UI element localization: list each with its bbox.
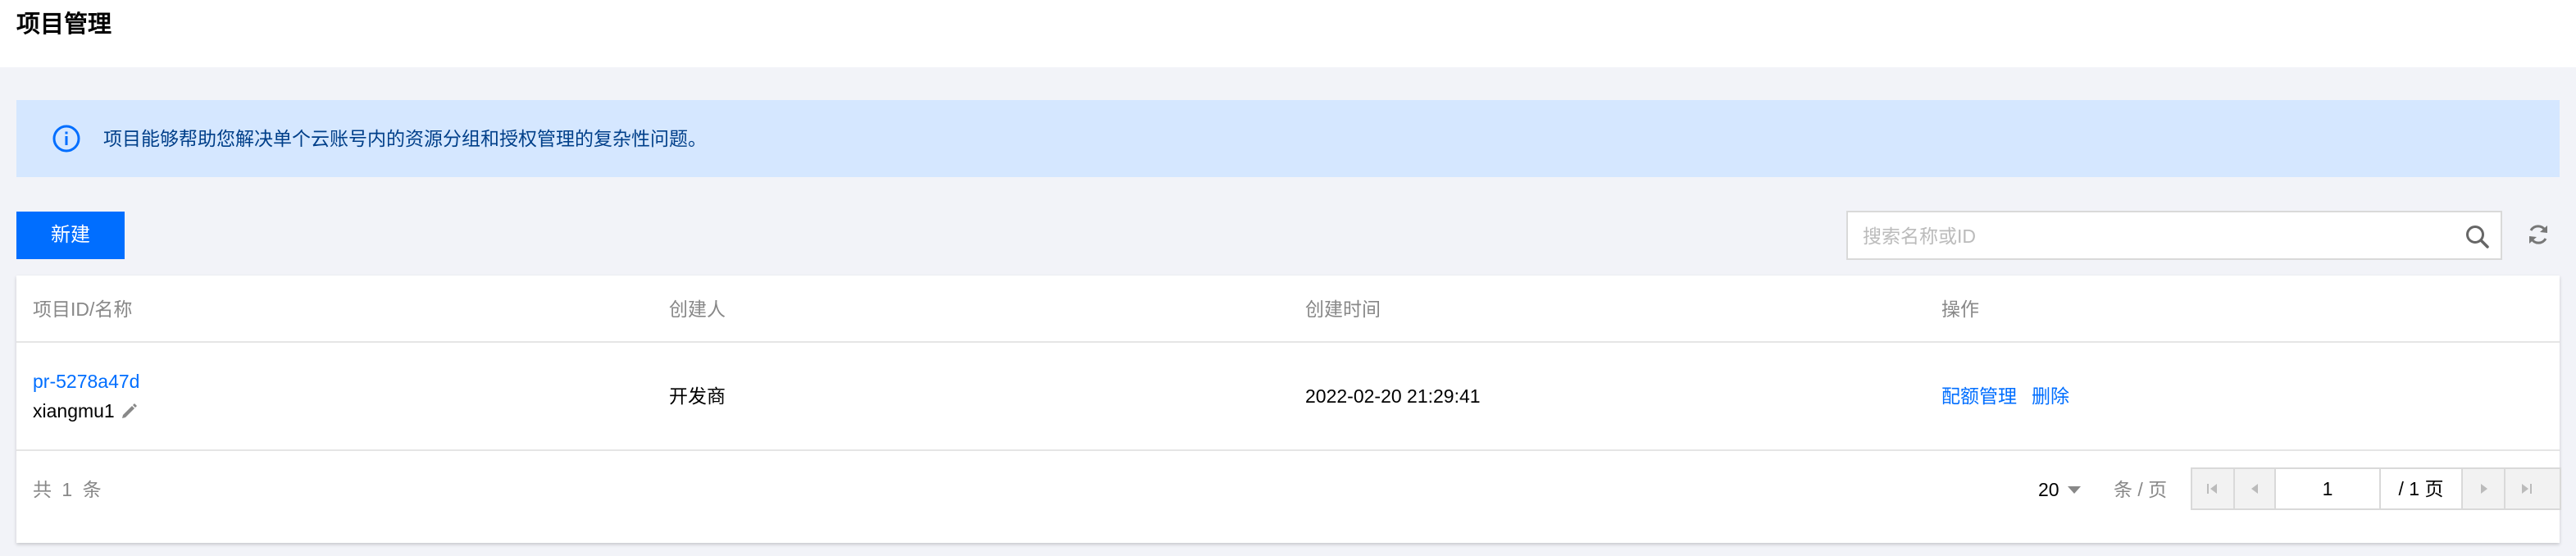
created-at-cell: 2022-02-20 21:29:41 bbox=[1305, 385, 1481, 407]
page-header: 项目管理 bbox=[0, 0, 2576, 67]
next-page-button[interactable] bbox=[2463, 469, 2504, 508]
table-header: 项目ID/名称 创建人 创建时间 操作 bbox=[16, 276, 2560, 343]
new-project-button[interactable]: 新建 bbox=[16, 212, 125, 259]
column-header-actions: 操作 bbox=[1941, 299, 1979, 320]
page-size-value: 20 bbox=[2038, 479, 2059, 500]
project-name: xiangmu1 bbox=[33, 400, 115, 422]
info-icon bbox=[52, 125, 80, 153]
current-page-input[interactable] bbox=[2274, 469, 2381, 508]
search-input[interactable] bbox=[1863, 222, 2453, 250]
search-box bbox=[1846, 211, 2502, 260]
page-title: 项目管理 bbox=[16, 11, 112, 38]
project-table: 项目ID/名称 创建人 创建时间 操作 pr-5278a47d xiangmu1… bbox=[16, 276, 2561, 543]
pencil-icon[interactable] bbox=[120, 401, 139, 421]
delete-link[interactable]: 删除 bbox=[2032, 382, 2069, 410]
creator-cell: 开发商 bbox=[669, 385, 726, 407]
per-page-label: 条 / 页 bbox=[2114, 479, 2168, 500]
column-header-id-name: 项目ID/名称 bbox=[33, 299, 133, 320]
last-page-button[interactable] bbox=[2504, 469, 2560, 508]
search-icon[interactable] bbox=[2464, 224, 2491, 250]
prev-page-button[interactable] bbox=[2233, 469, 2274, 508]
prev-page-icon bbox=[2251, 484, 2258, 494]
column-header-created-at: 创建时间 bbox=[1305, 299, 1381, 320]
last-page-icon bbox=[2522, 484, 2532, 494]
refresh-icon[interactable] bbox=[2525, 221, 2551, 248]
total-pages: / 1 页 bbox=[2381, 469, 2463, 508]
quota-manage-link[interactable]: 配额管理 bbox=[1941, 382, 2017, 410]
caret-down-icon bbox=[2067, 486, 2081, 494]
project-name-cell: xiangmu1 bbox=[33, 397, 139, 425]
first-page-icon bbox=[2207, 484, 2217, 494]
pagination: / 1 页 bbox=[2191, 467, 2561, 510]
first-page-button[interactable] bbox=[2192, 469, 2233, 508]
info-banner: 项目能够帮助您解决单个云账号内的资源分组和授权管理的复杂性问题。 bbox=[16, 100, 2560, 177]
page-size-select[interactable]: 20 bbox=[2038, 476, 2081, 504]
info-text: 项目能够帮助您解决单个云账号内的资源分组和授权管理的复杂性问题。 bbox=[103, 128, 707, 149]
next-page-icon bbox=[2481, 484, 2487, 494]
total-count: 共 1 条 bbox=[33, 479, 102, 500]
project-id-link[interactable]: pr-5278a47d bbox=[33, 367, 139, 395]
table-row: pr-5278a47d xiangmu1 开发商 2022-02-20 21:2… bbox=[16, 343, 2560, 451]
column-header-creator: 创建人 bbox=[669, 299, 726, 320]
